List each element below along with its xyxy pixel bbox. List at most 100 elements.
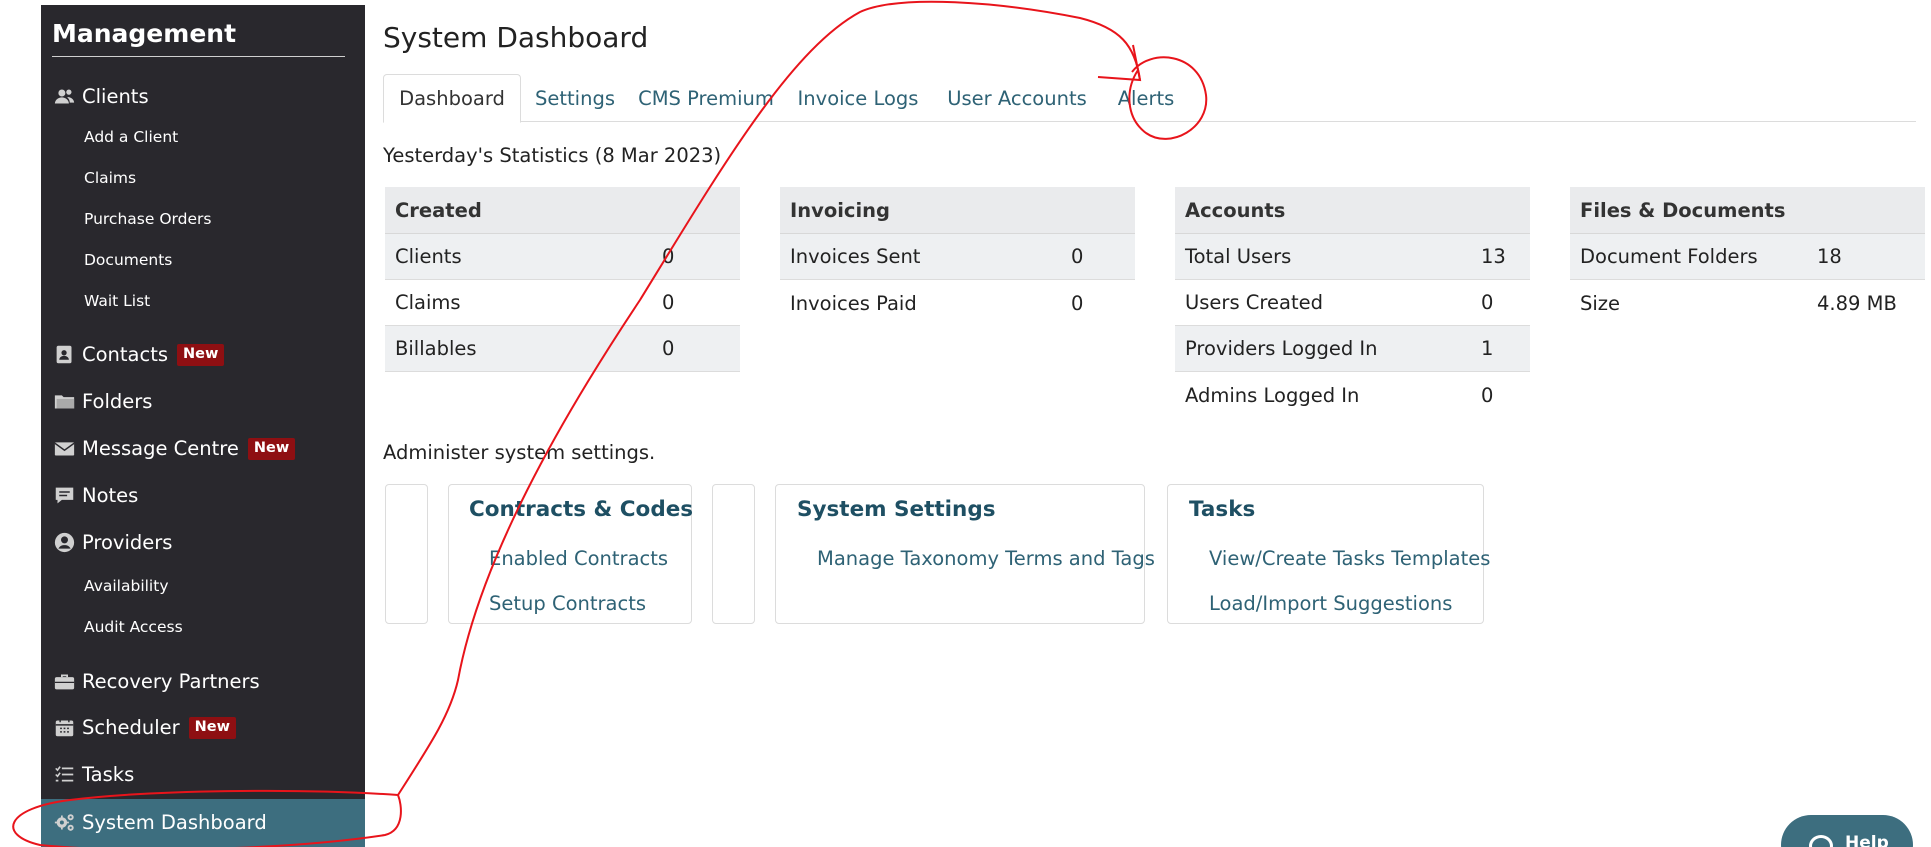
table-row: Providers Logged In 1: [1175, 326, 1530, 372]
sidebar-item-label: Scheduler: [82, 716, 180, 739]
table-row: Billables 0: [385, 326, 740, 372]
task-list-icon: [53, 764, 75, 786]
tab-invoice-logs[interactable]: Invoice Logs: [783, 74, 933, 122]
sidebar-subitem-add-client[interactable]: Add a Client: [84, 128, 178, 146]
tab-alerts[interactable]: Alerts: [1101, 74, 1191, 122]
row-value: 0: [1071, 291, 1084, 315]
table-row: Document Folders 18: [1570, 234, 1925, 280]
row-value: 1: [1481, 337, 1494, 360]
stats-caption: Yesterday's Statistics (8 Mar 2023): [383, 144, 722, 167]
sidebar-item-notes[interactable]: Notes: [53, 484, 138, 507]
row-value: 0: [1481, 383, 1494, 407]
sidebar-item-label: System Dashboard: [82, 811, 267, 834]
new-badge: New: [247, 437, 296, 460]
sidebar-item-recovery-partners[interactable]: Recovery Partners: [53, 670, 260, 693]
table-header: Invoicing: [780, 187, 1135, 234]
row-label: Providers Logged In: [1185, 337, 1378, 360]
invoicing-stats-table: Invoicing Invoices Sent 0 Invoices Paid …: [780, 187, 1135, 326]
calendar-icon: [53, 717, 75, 739]
table-row: Admins Logged In 0: [1175, 372, 1530, 418]
card-title: Tasks: [1189, 497, 1256, 522]
row-label: Claims: [395, 291, 461, 314]
setup-contracts-link[interactable]: Setup Contracts: [489, 592, 646, 615]
row-label: Size: [1580, 291, 1621, 315]
sidebar-item-system-dashboard[interactable]: System Dashboard: [41, 799, 365, 847]
sidebar-subitem-availability[interactable]: Availability: [84, 577, 169, 595]
user-circle-icon: [53, 532, 75, 554]
sidebar-item-contacts[interactable]: Contacts New: [53, 343, 225, 366]
row-value: 0: [1071, 245, 1084, 268]
accounts-stats-table: Accounts Total Users 13 Users Created 0 …: [1175, 187, 1530, 418]
help-button[interactable]: Help: [1781, 815, 1913, 847]
sidebar-item-tasks[interactable]: Tasks: [53, 763, 134, 786]
page-title: System Dashboard: [383, 21, 649, 54]
contracts-card: Contracts & Codes Enabled Contracts Setu…: [448, 484, 694, 624]
sidebar-subitem-claims[interactable]: Claims: [84, 169, 136, 187]
table-row: Size 4.89 MB: [1570, 280, 1925, 326]
row-label: Admins Logged In: [1185, 383, 1360, 407]
sidebar-subitem-wait-list[interactable]: Wait List: [84, 292, 150, 310]
sidebar-item-label: Providers: [82, 531, 173, 554]
comment-icon: [53, 485, 75, 507]
card-title: System Settings: [797, 497, 996, 522]
table-header: Accounts: [1175, 187, 1530, 234]
row-label: Invoices Sent: [790, 245, 921, 268]
users-icon: [53, 86, 75, 108]
sidebar-title: Management: [52, 19, 345, 57]
sidebar-item-label: Message Centre: [82, 437, 239, 460]
row-label: Invoices Paid: [790, 291, 917, 315]
tab-settings[interactable]: Settings: [521, 74, 629, 122]
sidebar-subitem-purchase-orders[interactable]: Purchase Orders: [84, 210, 211, 228]
sidebar-item-label: Notes: [82, 484, 139, 507]
tasks-templates-link[interactable]: View/Create Tasks Templates: [1209, 547, 1490, 570]
row-value: 0: [662, 245, 675, 268]
load-suggestions-link[interactable]: Load/Import Suggestions: [1209, 592, 1452, 615]
sidebar-item-label: Recovery Partners: [82, 670, 260, 693]
row-label: Clients: [395, 245, 462, 268]
row-label: Billables: [395, 337, 477, 360]
system-settings-card: System Settings Manage Taxonomy Terms an…: [775, 484, 1155, 624]
sidebar-item-label: Folders: [82, 390, 153, 413]
tab-user-accounts[interactable]: User Accounts: [933, 74, 1101, 122]
table-header: Files & Documents: [1570, 187, 1925, 234]
manage-taxonomy-link[interactable]: Manage Taxonomy Terms and Tags: [817, 547, 1155, 570]
sidebar-subitem-documents[interactable]: Documents: [84, 251, 172, 269]
tasks-card: Tasks View/Create Tasks Templates Load/I…: [1167, 484, 1490, 624]
help-label: Help: [1845, 833, 1889, 847]
tab-cms-premium[interactable]: CMS Premium: [629, 74, 783, 122]
row-label: Users Created: [1185, 291, 1323, 314]
contact-card-icon: [53, 344, 75, 366]
sidebar-item-label: Clients: [82, 85, 149, 108]
table-row: Users Created 0: [1175, 280, 1530, 326]
row-value: 0: [1481, 291, 1494, 314]
sidebar-item-scheduler[interactable]: Scheduler New: [53, 716, 236, 739]
table-row: Clients 0: [385, 234, 740, 280]
table-row: Invoices Sent 0: [780, 234, 1135, 280]
tab-bar: Dashboard Settings CMS Premium Invoice L…: [383, 74, 1916, 123]
sidebar: Management Clients Add a Client Claims P…: [41, 5, 365, 847]
folder-icon: [53, 391, 75, 413]
card-title: Contracts & Codes: [469, 497, 694, 522]
admin-caption: Administer system settings.: [383, 441, 656, 464]
row-value: 0: [662, 337, 675, 360]
enabled-contracts-link[interactable]: Enabled Contracts: [489, 547, 668, 570]
sidebar-subitem-audit-access[interactable]: Audit Access: [84, 618, 183, 636]
files-stats-table: Files & Documents Document Folders 18 Si…: [1570, 187, 1925, 326]
sidebar-item-folders[interactable]: Folders: [53, 390, 152, 413]
created-stats-table: Created Clients 0 Claims 0 Billables 0: [385, 187, 740, 372]
sidebar-item-label: Contacts: [82, 343, 169, 366]
row-label: Document Folders: [1580, 245, 1758, 268]
sidebar-item-label: Tasks: [82, 763, 135, 786]
row-value: 4.89 MB: [1817, 291, 1897, 315]
table-header: Created: [385, 187, 740, 234]
sidebar-item-providers[interactable]: Providers: [53, 531, 172, 554]
gears-icon: [53, 812, 75, 834]
row-label: Total Users: [1185, 245, 1292, 268]
tab-dashboard[interactable]: Dashboard: [383, 74, 521, 123]
chat-icon: [1809, 835, 1833, 847]
table-row: Total Users 13: [1175, 234, 1530, 280]
sidebar-item-clients[interactable]: Clients: [53, 85, 149, 108]
envelope-icon: [53, 438, 75, 460]
row-value: 18: [1817, 245, 1842, 268]
sidebar-item-message-centre[interactable]: Message Centre New: [53, 437, 296, 460]
